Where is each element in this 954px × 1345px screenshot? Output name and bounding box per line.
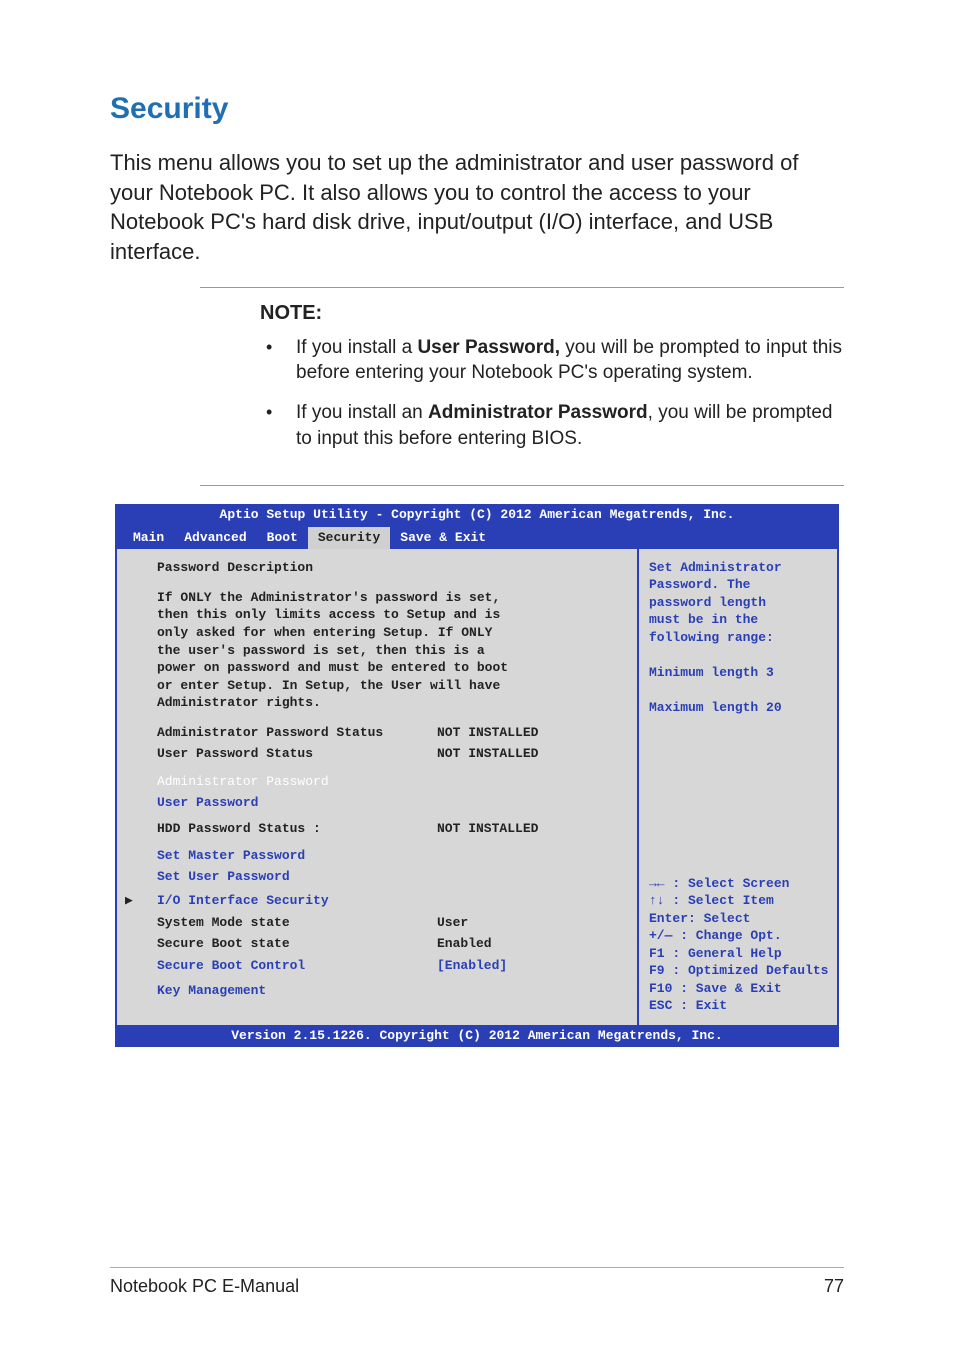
- bios-link-set-user: Set User Password: [157, 868, 623, 886]
- bios-tab-security: Security: [308, 527, 390, 549]
- bios-help-keys: →← : Select Screen ↑↓ : Select Item Ente…: [649, 875, 831, 1015]
- note-text-strong: Administrator Password: [428, 402, 648, 423]
- bios-screenshot: Aptio Setup Utility - Copyright (C) 2012…: [115, 504, 839, 1047]
- bios-tab-boot: Boot: [257, 527, 308, 549]
- row-value: User: [437, 914, 468, 932]
- row-label: Secure Boot state: [157, 935, 437, 953]
- bios-right-pane: Set Administrator Password. The password…: [637, 549, 837, 1025]
- help-key-line: Enter: Select: [649, 910, 831, 928]
- intro-paragraph: This menu allows you to set up the admin…: [110, 148, 844, 267]
- footer-page-number: 77: [824, 1276, 844, 1297]
- section-heading: Security: [110, 92, 844, 126]
- bios-row: Secure Boot Control [Enabled]: [157, 957, 623, 978]
- bios-link-key-management: Key Management: [157, 982, 623, 1000]
- bios-tab-advanced: Advanced: [174, 527, 256, 549]
- help-key-line: ESC : Exit: [649, 997, 831, 1015]
- submenu-arrow-icon: ▶: [125, 892, 133, 910]
- help-key-line: F1 : General Help: [649, 945, 831, 963]
- help-key-line: F10 : Save & Exit: [649, 980, 831, 998]
- bios-title-bar: Aptio Setup Utility - Copyright (C) 2012…: [115, 504, 839, 526]
- row-label: Administrator Password Status: [157, 724, 437, 742]
- bios-help-top: Set Administrator Password. The password…: [649, 559, 831, 717]
- row-value: [Enabled]: [437, 957, 507, 975]
- bios-link-set-master: Set Master Password: [157, 847, 623, 865]
- bios-row: System Mode state User: [157, 914, 623, 932]
- bios-row: Secure Boot state Enabled: [157, 935, 623, 953]
- row-value: NOT INSTALLED: [437, 820, 538, 838]
- note-item: If you install a User Password, you will…: [260, 335, 844, 386]
- bios-tabs: Main Advanced Boot Security Save & Exit: [115, 527, 839, 549]
- row-value: NOT INSTALLED: [437, 745, 538, 763]
- row-label: HDD Password Status :: [157, 820, 437, 838]
- bios-left-pane: Password Description If ONLY the Adminis…: [117, 549, 637, 1025]
- note-text-pre: If you install a: [296, 337, 417, 358]
- footer-left: Notebook PC E-Manual: [110, 1276, 299, 1297]
- help-key-line: F9 : Optimized Defaults: [649, 962, 831, 980]
- row-value: NOT INSTALLED: [437, 724, 538, 742]
- note-text-pre: If you install an: [296, 402, 428, 423]
- note-label: NOTE:: [200, 302, 844, 325]
- row-label: System Mode state: [157, 914, 437, 932]
- bios-row: User Password Status NOT INSTALLED: [157, 745, 623, 763]
- bios-tab-main: Main: [123, 527, 174, 549]
- note-text-strong: User Password,: [417, 337, 560, 358]
- note-list: If you install a User Password, you will…: [200, 335, 844, 452]
- bios-help-text: Set Administrator Password. The password…: [649, 559, 831, 717]
- bios-link-user-password: User Password: [157, 794, 623, 812]
- page-footer: Notebook PC E-Manual 77: [110, 1267, 844, 1297]
- row-label: User Password Status: [157, 745, 437, 763]
- bios-link-secure-boot-control: Secure Boot Control: [157, 957, 437, 975]
- bios-footer-bar: Version 2.15.1226. Copyright (C) 2012 Am…: [115, 1025, 839, 1047]
- help-key-line: ↑↓ : Select Item: [649, 892, 831, 910]
- password-description-title: Password Description: [157, 559, 623, 577]
- note-box: NOTE: If you install a User Password, yo…: [200, 287, 844, 487]
- note-item: If you install an Administrator Password…: [260, 400, 844, 451]
- bios-row: Administrator Password Status NOT INSTAL…: [157, 724, 623, 742]
- bios-row: HDD Password Status : NOT INSTALLED: [157, 820, 623, 838]
- bios-link-io-security: I/O Interface Security: [157, 892, 623, 910]
- password-description-text: If ONLY the Administrator's password is …: [157, 589, 623, 712]
- row-value: Enabled: [437, 935, 492, 953]
- help-key-line: +/— : Change Opt.: [649, 927, 831, 945]
- bios-selected-item: Administrator Password: [157, 773, 623, 791]
- bios-body: Password Description If ONLY the Adminis…: [115, 549, 839, 1025]
- bios-tab-save-exit: Save & Exit: [390, 527, 496, 549]
- help-key-line: →← : Select Screen: [649, 875, 831, 893]
